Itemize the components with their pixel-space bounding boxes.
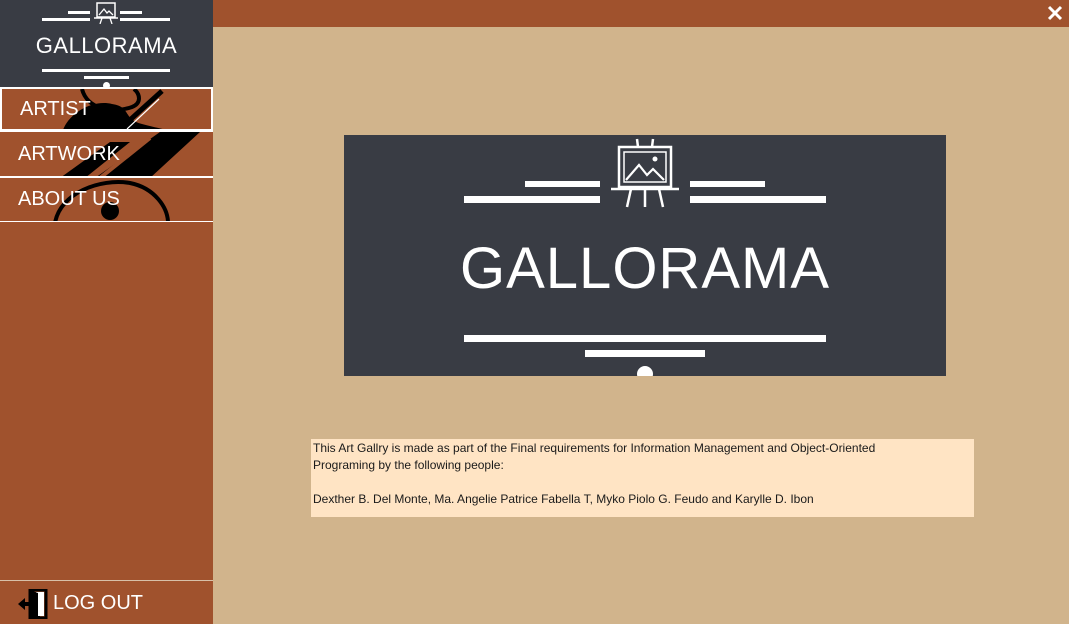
info-text: Programing by the following people: bbox=[313, 458, 504, 472]
close-icon[interactable] bbox=[1045, 3, 1065, 23]
top-bar bbox=[213, 0, 1069, 27]
info-text: This Art Gallry is made as part of the F… bbox=[313, 441, 876, 455]
easel-icon bbox=[611, 138, 679, 208]
logout-label: LOG OUT bbox=[53, 592, 144, 614]
sidebar: GALLORAMA ARTIST ARTWORK ABOUT US LOG OU… bbox=[0, 0, 213, 624]
sidebar-item-artwork[interactable]: ARTWORK bbox=[0, 131, 213, 177]
gallorama-banner: GALLORAMA bbox=[344, 135, 946, 376]
sidebar-logo: GALLORAMA bbox=[0, 0, 213, 87]
sidebar-item-label: ARTWORK bbox=[18, 143, 120, 165]
logout-button[interactable]: LOG OUT bbox=[0, 581, 213, 624]
sidebar-item-label: ABOUT US bbox=[18, 188, 120, 210]
info-authors: Dexther B. Del Monte, Ma. Angelie Patric… bbox=[313, 492, 814, 506]
sidebar-logo-text: GALLORAMA bbox=[35, 33, 178, 58]
banner-title: GALLORAMA bbox=[460, 236, 830, 301]
easel-icon bbox=[94, 2, 118, 24]
logout-door-icon bbox=[18, 589, 48, 619]
about-info-panel: This Art Gallry is made as part of the F… bbox=[311, 439, 974, 517]
sidebar-item-about-us[interactable]: ABOUT US bbox=[0, 177, 213, 222]
sidebar-item-label: ARTIST bbox=[20, 98, 91, 120]
sidebar-item-artist[interactable]: ARTIST bbox=[0, 87, 213, 131]
